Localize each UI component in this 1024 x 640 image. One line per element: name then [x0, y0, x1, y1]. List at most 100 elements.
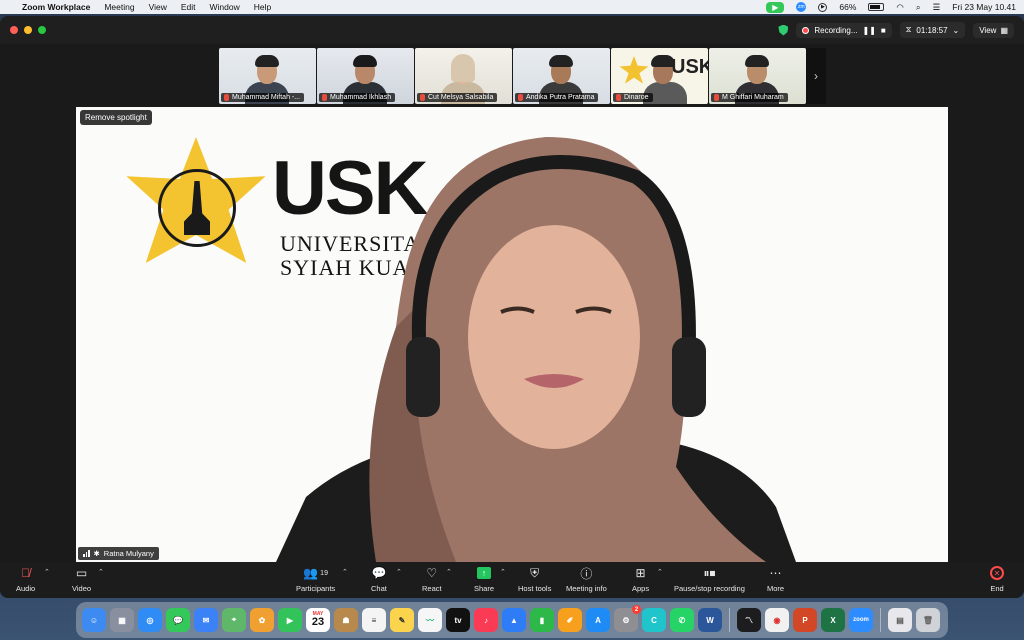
participant-tile[interactable]: Cut Melsya Salsabila	[415, 48, 512, 104]
calendar-day: 23	[311, 616, 325, 628]
end-button[interactable]: ✕ End	[990, 565, 1004, 593]
participant-tile[interactable]: M Ghiffari Muharam	[709, 48, 806, 104]
record-dot-icon	[802, 26, 810, 34]
participant-name: Cut Melsya Salsabila	[428, 94, 494, 101]
participant-tile[interactable]: Muhammad Miftah -...	[219, 48, 316, 104]
share-caret-icon[interactable]: ⌃	[500, 568, 506, 576]
window-minimize-button[interactable]	[24, 26, 32, 34]
more-dots-icon: ⋯	[769, 566, 782, 580]
messages-icon[interactable]: 💬	[166, 608, 190, 632]
mail-icon[interactable]: ✉	[194, 608, 218, 632]
headphone-right-cup	[672, 337, 706, 417]
music-icon[interactable]: ♪	[474, 608, 498, 632]
participant-name-tag: Andika Putra Pratama	[515, 93, 599, 102]
participants-caret-icon[interactable]: ⌃	[342, 568, 348, 576]
calendar-icon[interactable]: MAY 23	[306, 608, 330, 632]
participant-name: Muhammad Miftah -...	[232, 94, 301, 101]
view-button[interactable]: View ▦	[973, 22, 1014, 38]
more-button[interactable]: ⋯ More	[767, 565, 784, 593]
menu-meeting[interactable]: Meeting	[104, 2, 134, 12]
play-circle-icon[interactable]: ▶	[818, 2, 828, 12]
scanner-icon[interactable]: ▤	[888, 608, 912, 632]
facetime-icon[interactable]: ▶	[278, 608, 302, 632]
menu-app-name[interactable]: Zoom Workplace	[22, 2, 90, 12]
recording-indicator[interactable]: Recording... ❚❚ ■	[796, 22, 892, 38]
powerpoint-icon[interactable]: P	[793, 608, 817, 632]
react-button[interactable]: ♡ React	[422, 565, 442, 593]
whatsapp-icon[interactable]: ✆	[670, 608, 694, 632]
remove-spotlight-button[interactable]: Remove spotlight	[80, 110, 152, 125]
camera-in-use-icon[interactable]: ▶	[766, 1, 785, 13]
react-caret-icon[interactable]: ⌃	[446, 568, 452, 576]
word-icon[interactable]: W	[698, 608, 722, 632]
keynote-icon[interactable]: ▲	[502, 608, 526, 632]
meeting-info-button[interactable]: ⓘ Meeting info	[566, 565, 607, 594]
safari-icon[interactable]: ◎	[138, 608, 162, 632]
apps-button[interactable]: ⊞ Apps	[632, 565, 649, 593]
participant-hair	[651, 55, 675, 67]
host-tools-button[interactable]: ⛨ Host tools	[518, 565, 551, 594]
finder-icon[interactable]: ☺	[82, 608, 106, 632]
participant-tile[interactable]: Muhammad Ikhlash	[317, 48, 414, 104]
pause-icon[interactable]: ❚❚	[863, 26, 876, 35]
menu-help[interactable]: Help	[254, 2, 271, 12]
app-store-icon[interactable]: A	[586, 608, 610, 632]
security-shield-icon[interactable]	[778, 24, 789, 36]
gallery-strip: Muhammad Miftah -... Muhammad Ikhlash Cu…	[219, 48, 806, 104]
participants-button[interactable]: 👥 19 Participants	[296, 565, 335, 593]
apps-caret-icon[interactable]: ⌃	[657, 568, 663, 576]
trash-icon[interactable]: 🗑	[916, 608, 940, 632]
menu-datetime[interactable]: Fri 23 May 10.41	[952, 2, 1016, 12]
window-close-button[interactable]	[10, 26, 18, 34]
share-arrow-icon: ↑	[477, 567, 491, 579]
video-caret-icon[interactable]: ⌃	[98, 568, 104, 576]
tv-icon[interactable]: tv	[446, 608, 470, 632]
battery-icon[interactable]	[868, 3, 885, 11]
meeting-info-label: Meeting info	[566, 584, 607, 593]
gallery-next-arrow-icon[interactable]: ›	[806, 48, 826, 104]
muted-mic-icon	[714, 94, 719, 101]
activity-monitor-icon[interactable]: 〽	[737, 608, 761, 632]
info-icon: ⓘ	[580, 566, 593, 581]
stop-icon[interactable]: ■	[881, 26, 886, 35]
audio-label: Audio	[16, 584, 36, 593]
launchpad-icon[interactable]: ▦	[110, 608, 134, 632]
participants-icon: 👥 19	[303, 566, 328, 580]
dock-separator	[729, 608, 730, 632]
video-button[interactable]: ▭ Video	[72, 565, 91, 593]
menu-window[interactable]: Window	[210, 2, 240, 12]
contacts-icon[interactable]: ☗	[334, 608, 358, 632]
macos-dock: ☺ ▦ ◎ 💬 ✉ ⌖ ✿ ▶ MAY 23 ☗ ≡ ✎ 〰 tv ♪ ▲ ▮ ✐…	[76, 602, 948, 638]
menu-view[interactable]: View	[149, 2, 167, 12]
participant-hair	[549, 55, 573, 67]
share-button[interactable]: ↑ Share	[474, 565, 494, 593]
reminders-icon[interactable]: ≡	[362, 608, 386, 632]
audio-button[interactable]: 🎙̸ Audio	[16, 565, 35, 593]
notes-icon[interactable]: ✎	[390, 608, 414, 632]
photos-icon[interactable]: ✿	[250, 608, 274, 632]
pause-stop-recording-button[interactable]: ⏸⏹ Pause/stop recording	[674, 565, 745, 594]
window-maximize-button[interactable]	[38, 26, 46, 34]
search-icon[interactable]: ⌕	[916, 2, 921, 13]
control-center-icon[interactable]: ☰	[933, 2, 941, 13]
audio-caret-icon[interactable]: ⌃	[44, 568, 50, 576]
menu-edit[interactable]: Edit	[181, 2, 196, 12]
numbers-icon[interactable]: ▮	[530, 608, 554, 632]
freeform-icon[interactable]: 〰	[418, 608, 442, 632]
system-settings-icon[interactable]: ⚙ 2	[614, 605, 641, 632]
wifi-icon[interactable]: ◠	[896, 2, 903, 13]
canva-icon[interactable]: C	[642, 608, 666, 632]
chrome-icon[interactable]: ◉	[765, 608, 789, 632]
participant-tile[interactable]: USK Dinaroe	[611, 48, 708, 104]
excel-icon[interactable]: X	[821, 608, 845, 632]
chat-button[interactable]: 💬 Chat	[371, 565, 387, 593]
zoom-status-icon[interactable]: zm	[796, 2, 807, 12]
pages-icon[interactable]: ✐	[558, 608, 582, 632]
maps-icon[interactable]: ⌖	[222, 608, 246, 632]
zoom-icon[interactable]: zoom	[849, 608, 873, 632]
meeting-timer[interactable]: ⧖ 01:18:57 ⌄	[899, 22, 966, 38]
tile-usk-text: USK	[671, 56, 708, 78]
chat-caret-icon[interactable]: ⌃	[396, 568, 402, 576]
participant-tile[interactable]: Andika Putra Pratama	[513, 48, 610, 104]
spotlight-video[interactable]: Remove spotlight USK UNIVERSITA SYIAH KU…	[76, 107, 948, 562]
